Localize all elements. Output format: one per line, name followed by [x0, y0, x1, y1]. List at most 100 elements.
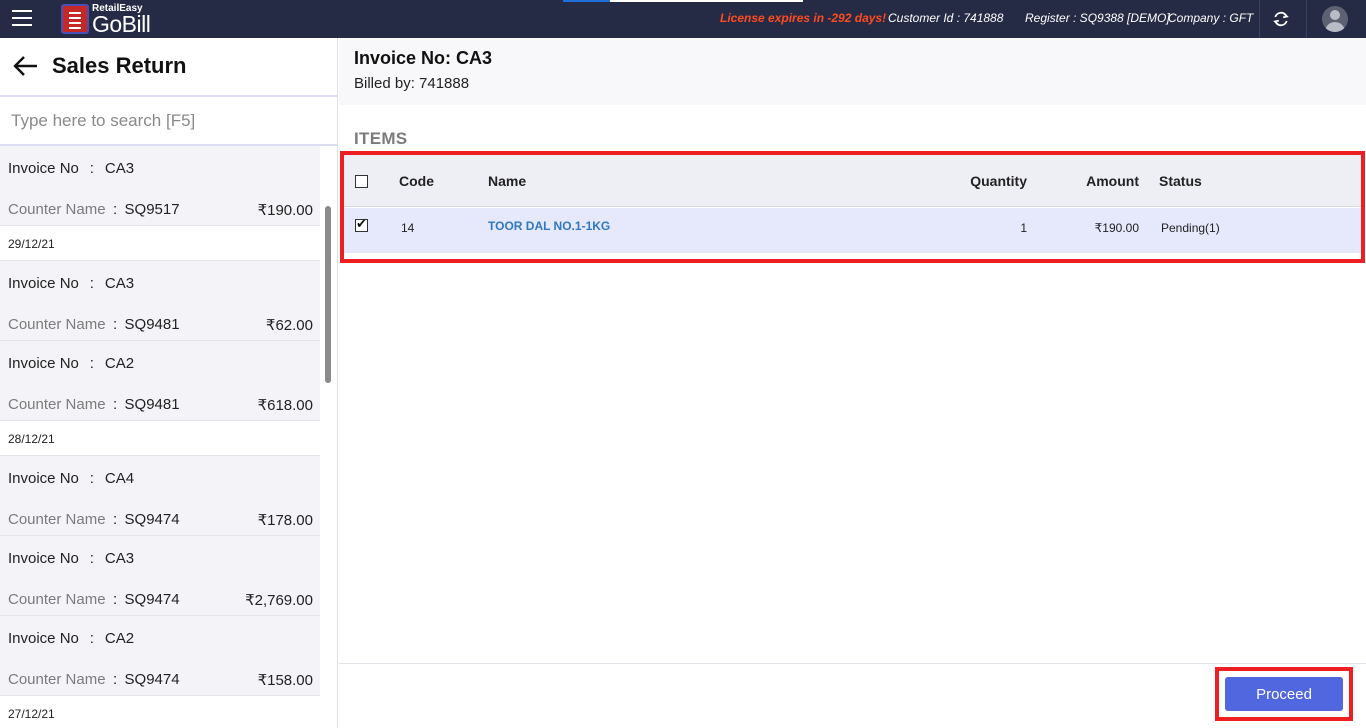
- page-title: Sales Return: [52, 53, 187, 78]
- invoice-card[interactable]: Invoice No: CA4 Counter Name: SQ9474 ₹178.…: [0, 456, 320, 536]
- invoice-card[interactable]: Invoice No: CA2 Counter Name: SQ9481 ₹618.…: [0, 341, 320, 421]
- search-input[interactable]: [0, 97, 337, 144]
- counter-value: SQ9474: [124, 511, 180, 528]
- counter-line: Counter Name: SQ9474: [8, 591, 180, 608]
- col-quantity: Quantity: [970, 173, 1027, 189]
- invoice-label: Invoice No: [8, 355, 79, 372]
- invoice-line: Invoice No: CA2: [8, 630, 134, 647]
- top-tab-indicator: [563, 0, 803, 2]
- topbar-divider: [1306, 0, 1307, 38]
- user-avatar-icon[interactable]: [1322, 6, 1348, 32]
- counter-line: Counter Name: SQ9474: [8, 511, 180, 528]
- col-code: Code: [399, 173, 434, 189]
- cell-code: 14: [401, 221, 415, 235]
- counter-value: SQ9474: [124, 671, 180, 688]
- sidebar-scrollbar[interactable]: [320, 146, 337, 728]
- counter-value: SQ9517: [124, 201, 180, 218]
- sidebar-header: Sales Return: [0, 38, 337, 95]
- counter-label: Counter Name: [8, 396, 106, 413]
- counter-label: Counter Name: [8, 316, 106, 333]
- invoice-card[interactable]: Invoice No: CA2 Counter Name: SQ9474 ₹158.…: [0, 616, 320, 696]
- select-all-checkbox[interactable]: [355, 175, 368, 188]
- invoice-amount: ₹158.00: [257, 672, 313, 689]
- invoice-number: CA3: [104, 160, 135, 177]
- counter-label: Counter Name: [8, 671, 106, 688]
- invoice-number: CA4: [104, 470, 135, 487]
- invoice-number: CA3: [104, 275, 135, 292]
- invoice-line: Invoice No: CA3: [8, 275, 134, 292]
- invoice-amount: ₹178.00: [257, 512, 313, 529]
- counter-line: Counter Name: SQ9481: [8, 396, 180, 413]
- separator: :: [89, 630, 94, 647]
- counter-label: Counter Name: [8, 511, 106, 528]
- back-arrow-icon[interactable]: [12, 54, 40, 78]
- cell-item-name[interactable]: TOOR DAL NO.1-1KG: [488, 219, 610, 233]
- invoice-line: Invoice No: CA3: [8, 160, 134, 177]
- invoice-label: Invoice No: [8, 630, 79, 647]
- date-group-header: 27/12/21: [0, 696, 320, 728]
- invoice-number: CA2: [104, 355, 135, 372]
- sales-return-sidebar: Sales Return Invoice No: CA3 Counter Name…: [0, 38, 338, 728]
- items-section-label: ITEMS: [354, 129, 408, 148]
- license-warning: License expires in -292 days!: [720, 11, 887, 25]
- footer-divider: [339, 663, 1366, 664]
- separator: :: [89, 355, 94, 372]
- hamburger-menu-icon[interactable]: [12, 10, 32, 26]
- date-group-header: 28/12/21: [0, 421, 320, 456]
- invoice-title: Invoice No: CA3: [354, 48, 493, 68]
- counter-line: Counter Name: SQ9481: [8, 316, 180, 333]
- refresh-icon[interactable]: [1271, 9, 1291, 29]
- scrollbar-thumb[interactable]: [325, 206, 331, 383]
- logo-brand-big: GoBill: [92, 11, 151, 37]
- billed-by: Billed by: 741888: [354, 75, 470, 92]
- gobill-logo-icon: [61, 4, 89, 34]
- invoice-line: Invoice No: CA4: [8, 470, 134, 487]
- counter-value: SQ9474: [124, 591, 180, 608]
- counter-label: Counter Name: [8, 201, 106, 218]
- invoice-amount: ₹618.00: [257, 397, 313, 414]
- invoice-label: Invoice No: [8, 160, 79, 177]
- invoice-label: Invoice No: [8, 275, 79, 292]
- counter-value: SQ9481: [124, 316, 180, 333]
- invoice-label: Invoice No: [8, 550, 79, 567]
- proceed-highlight: Proceed: [1215, 667, 1353, 721]
- invoice-line: Invoice No: CA2: [8, 355, 134, 372]
- counter-line: Counter Name: SQ9517: [8, 201, 180, 218]
- register-info: Register : SQ9388 [DEMO]: [1025, 11, 1170, 25]
- cell-status: Pending(1): [1161, 221, 1220, 235]
- separator: :: [112, 396, 118, 413]
- cell-quantity: 1: [1020, 221, 1027, 235]
- separator: :: [112, 201, 118, 218]
- counter-label: Counter Name: [8, 591, 106, 608]
- counter-value: SQ9481: [124, 396, 180, 413]
- invoice-label: Invoice No: [8, 470, 79, 487]
- separator: :: [112, 671, 118, 688]
- items-table: Code Name Quantity Amount Status 14 TOOR…: [340, 151, 1365, 263]
- company-info: Company : GFT: [1168, 11, 1254, 25]
- separator: :: [112, 591, 118, 608]
- invoice-amount: ₹190.00: [257, 202, 313, 219]
- row-checkbox[interactable]: [355, 217, 368, 232]
- customer-id: Customer Id : 741888: [888, 11, 1004, 25]
- invoice-card[interactable]: Invoice No: CA3 Counter Name: SQ9474 ₹2,76…: [0, 536, 320, 616]
- table-row[interactable]: 14 TOOR DAL NO.1-1KG 1 ₹190.00 Pending(1…: [344, 208, 1361, 253]
- table-header: Code Name Quantity Amount Status: [344, 155, 1361, 207]
- invoice-amount: ₹2,769.00: [245, 592, 313, 609]
- invoice-list: Invoice No: CA3 Counter Name: SQ9517 ₹190.…: [0, 146, 320, 728]
- search-box: [0, 95, 337, 146]
- separator: :: [89, 160, 94, 177]
- col-amount: Amount: [1086, 173, 1139, 189]
- cell-amount: ₹190.00: [1094, 221, 1139, 235]
- topbar-divider: [1259, 0, 1260, 38]
- separator: :: [112, 316, 118, 333]
- invoice-card[interactable]: Invoice No: CA3 Counter Name: SQ9481 ₹62.0…: [0, 261, 320, 341]
- separator: :: [112, 511, 118, 528]
- invoice-number: CA2: [104, 630, 135, 647]
- proceed-button[interactable]: Proceed: [1225, 677, 1343, 711]
- counter-line: Counter Name: SQ9474: [8, 671, 180, 688]
- separator: :: [89, 550, 94, 567]
- invoice-number: CA3: [104, 550, 135, 567]
- invoice-amount: ₹62.00: [265, 317, 313, 334]
- invoice-card[interactable]: Invoice No: CA3 Counter Name: SQ9517 ₹190.…: [0, 146, 320, 226]
- invoice-line: Invoice No: CA3: [8, 550, 134, 567]
